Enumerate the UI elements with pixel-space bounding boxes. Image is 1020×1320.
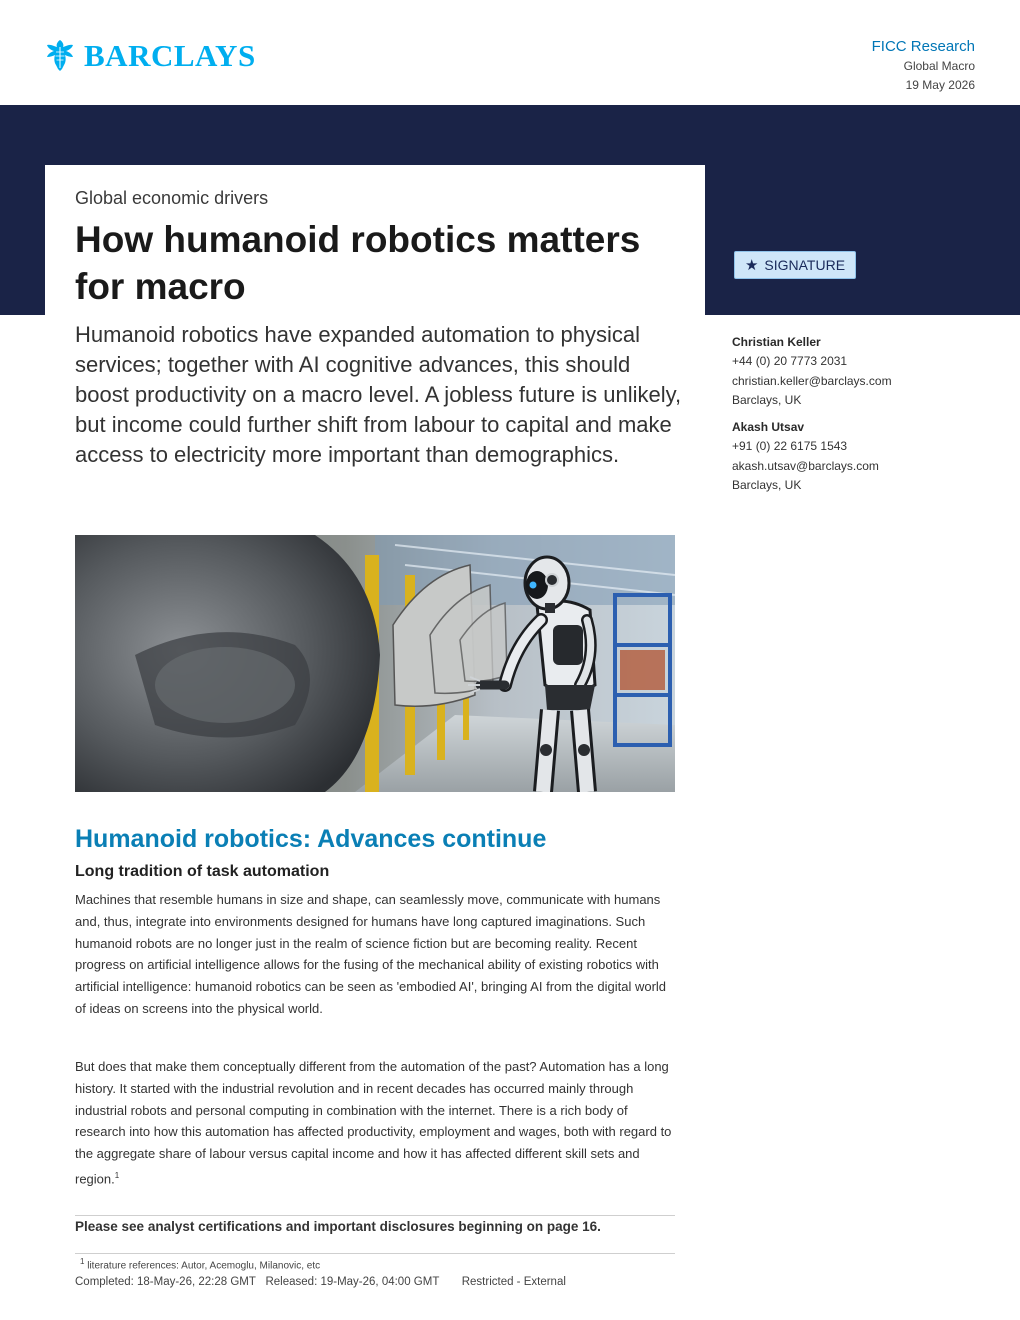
section-heading: Humanoid robotics: Advances continue <box>75 825 547 853</box>
department-label: FICC Research <box>871 38 975 55</box>
analyst-location: Barclays, UK <box>732 392 802 407</box>
released-timestamp: Released: 19-May-26, 04:00 GMT <box>265 1276 440 1288</box>
analyst-name: Christian Keller <box>732 335 821 349</box>
brand-wordmark: BARCLAYS <box>84 37 256 73</box>
analyst-list: Christian Keller +44 (0) 20 7773 2031 ch… <box>732 333 992 495</box>
star-icon: ★ <box>744 257 759 274</box>
publication-meta: Completed: 18-May-26, 22:28 GMT Released… <box>75 1276 566 1288</box>
paragraph-text: But does that make them conceptually dif… <box>75 1059 672 1187</box>
report-date: 19 May 2026 <box>905 78 975 92</box>
analyst-email[interactable]: akash.utsav@barclays.com <box>732 457 992 476</box>
section-label: Global Macro <box>903 59 975 73</box>
analyst-name: Akash Utsav <box>732 420 805 435</box>
footnote: 1 literature references: Autor, Acemoglu… <box>80 1257 320 1271</box>
completed-timestamp: Completed: 18-May-26, 22:28 GMT <box>75 1276 256 1288</box>
classification-label: Restricted - External <box>461 1276 566 1288</box>
report-title: How humanoid robotics matters for macro <box>75 219 641 307</box>
analyst-card: Christian Keller +44 (0) 20 7773 2031 ch… <box>732 333 992 410</box>
body-paragraph: Machines that resemble humans in size an… <box>75 892 667 1016</box>
divider <box>75 1253 675 1254</box>
badge-label: SIGNATURE <box>764 257 846 273</box>
analyst-phone[interactable]: +44 (0) 20 7773 2031 <box>732 352 992 371</box>
analyst-card: Akash Utsav +91 (0) 22 6175 1543 akash.u… <box>732 418 992 495</box>
report-summary: Humanoid robotics have expanded automati… <box>75 322 682 467</box>
subsection-heading: Long tradition of task automation <box>75 863 330 880</box>
footnote-number: 1 <box>80 1257 85 1266</box>
report-kicker: Global economic drivers <box>75 188 269 208</box>
barclays-logo: BARCLAYS <box>44 38 256 72</box>
analyst-location: Barclays, UK <box>732 478 802 493</box>
report-meta: FICC Research Global Macro 19 May 2026 <box>872 37 975 95</box>
analyst-phone[interactable]: +91 (0) 22 6175 1543 <box>732 437 992 456</box>
footnote-reference[interactable]: 1 <box>115 1171 119 1180</box>
divider <box>75 1215 675 1216</box>
body-paragraph: But does that make them conceptually dif… <box>75 1056 675 1190</box>
humanoid-robot-photo <box>75 535 675 792</box>
footnote-text: literature references: Autor, Acemoglu, … <box>87 1260 321 1272</box>
disclosure-notice: Please see analyst certifications and im… <box>75 1219 601 1234</box>
analyst-email[interactable]: christian.keller@barclays.com <box>732 372 992 391</box>
signature-badge: ★ SIGNATURE <box>734 251 856 279</box>
eagle-icon <box>47 40 73 71</box>
